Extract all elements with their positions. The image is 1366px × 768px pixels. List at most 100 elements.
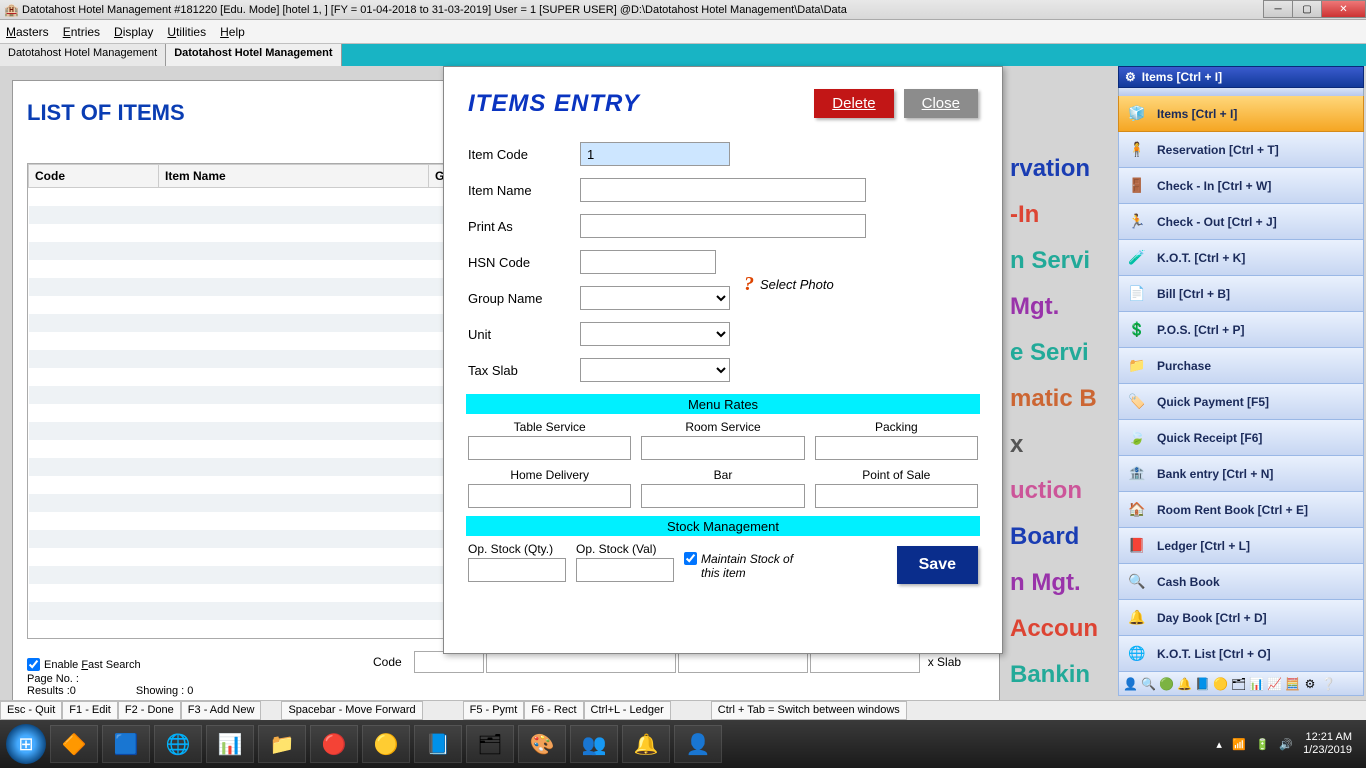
taskbar: ⊞ 🔶 🟦 🌐 📊 📁 🔴 🟡 📘 🗂 🎨 👥 🔔 👤 ▴ 📶 🔋 🔊 12:2… (0, 720, 1366, 768)
sidebar-item-6[interactable]: 💲P.O.S. [Ctrl + P] (1118, 312, 1364, 348)
sc-esc[interactable]: Esc - Quit (0, 701, 62, 720)
tb-explorer[interactable]: 📁 (258, 725, 306, 763)
sidebar-item-15[interactable]: 🌐K.O.T. List [Ctrl + O] (1118, 636, 1364, 672)
sidebar-footer-icons: 👤🔍🟢 🔔📘🟡 🗂📊📈 🧮⚙❔ (1118, 672, 1364, 696)
modal-close-button[interactable]: Close (904, 89, 978, 118)
tb-app5[interactable]: 👤 (674, 725, 722, 763)
sidebar-item-label: Ledger [Ctrl + L] (1157, 539, 1250, 553)
system-tray[interactable]: ▴ 📶 🔋 🔊 12:21 AM 1/23/2019 (1216, 731, 1360, 757)
group-select[interactable] (580, 286, 730, 310)
op-val-input[interactable] (576, 558, 674, 582)
sc-f2[interactable]: F2 - Done (118, 701, 181, 720)
tb-app2[interactable]: 📊 (206, 725, 254, 763)
modal-title: ITEMS ENTRY (468, 90, 640, 118)
menu-utilities[interactable]: Utilities (167, 25, 206, 39)
sidebar-item-13[interactable]: 🔍Cash Book (1118, 564, 1364, 600)
tray-up-icon[interactable]: ▴ (1216, 738, 1222, 751)
print-as-input[interactable] (580, 214, 866, 238)
clock[interactable]: 12:21 AM 1/23/2019 (1303, 731, 1352, 757)
col-code[interactable]: Code (29, 165, 159, 188)
home-delivery-label: Home Delivery (468, 468, 631, 482)
tb-paint[interactable]: 🎨 (518, 725, 566, 763)
tb-word[interactable]: 📘 (414, 725, 462, 763)
print-as-label: Print As (468, 219, 580, 234)
packing-input[interactable] (815, 436, 978, 460)
sc-f6[interactable]: F6 - Rect (524, 701, 583, 720)
sc-f5[interactable]: F5 - Pymt (463, 701, 525, 720)
sidebar-item-3[interactable]: 🏃Check - Out [Ctrl + J] (1118, 204, 1364, 240)
pos-input[interactable] (815, 484, 978, 508)
delete-button[interactable]: Delete (814, 89, 893, 118)
sidebar-item-5[interactable]: 📄Bill [Ctrl + B] (1118, 276, 1364, 312)
menu-masters[interactable]: Masters (6, 25, 49, 39)
sc-f3[interactable]: F3 - Add New (181, 701, 262, 720)
sidebar-grip[interactable] (1118, 88, 1364, 96)
sidebar-item-10[interactable]: 🏦Bank entry [Ctrl + N] (1118, 456, 1364, 492)
sidebar-item-label: K.O.T. [Ctrl + K] (1157, 251, 1245, 265)
sidebar-item-0[interactable]: 🧊Items [Ctrl + I] (1118, 96, 1364, 132)
menu-help[interactable]: Help (220, 25, 245, 39)
sc-ctrl-l[interactable]: Ctrl+L - Ledger (584, 701, 671, 720)
unit-select[interactable] (580, 322, 730, 346)
sidebar-icon: 📄 (1127, 284, 1147, 304)
sidebar-item-2[interactable]: 🚪Check - In [Ctrl + W] (1118, 168, 1364, 204)
tb-bell[interactable]: 🔔 (622, 725, 670, 763)
enable-fast-search-checkbox[interactable] (27, 658, 40, 671)
save-button[interactable]: Save (897, 546, 978, 584)
menu-entries[interactable]: Entries (63, 25, 100, 39)
sidebar-item-11[interactable]: 🏠Room Rent Book [Ctrl + E] (1118, 492, 1364, 528)
group-label: Group Name (468, 291, 580, 306)
sc-ctrl-tab: Ctrl + Tab = Switch between windows (711, 701, 907, 720)
tray-wifi-icon[interactable]: 📶 (1232, 738, 1246, 751)
table-service-input[interactable] (468, 436, 631, 460)
col-item-name[interactable]: Item Name (159, 165, 429, 188)
maximize-button[interactable]: ▢ (1292, 0, 1322, 18)
room-service-label: Room Service (641, 420, 804, 434)
sidebar-icon: 🧪 (1127, 248, 1147, 268)
tray-volume-icon[interactable]: 🔊 (1279, 738, 1293, 751)
bar-input[interactable] (641, 484, 804, 508)
sidebar-item-9[interactable]: 🍃Quick Receipt [F6] (1118, 420, 1364, 456)
tb-app4[interactable]: 👥 (570, 725, 618, 763)
start-button[interactable]: ⊞ (6, 724, 46, 764)
sidebar-item-4[interactable]: 🧪 K.O.T. [Ctrl + K] (1118, 240, 1364, 276)
tray-battery-icon[interactable]: 🔋 (1256, 738, 1270, 751)
sidebar-item-12[interactable]: 📕Ledger [Ctrl + L] (1118, 528, 1364, 564)
sidebar-item-label: Bank entry [Ctrl + N] (1157, 467, 1273, 481)
sidebar-icon: 🧍 (1127, 140, 1147, 160)
item-name-input[interactable] (580, 178, 866, 202)
maintain-stock-checkbox[interactable] (684, 552, 697, 565)
tb-chrome[interactable]: 🟡 (362, 725, 410, 763)
tab-0[interactable]: Datotahost Hotel Management (0, 44, 166, 66)
select-photo-area[interactable]: ? Select Photo (744, 273, 834, 296)
item-code-input[interactable] (580, 142, 730, 166)
minimize-button[interactable]: ─ (1263, 0, 1293, 18)
pos-label: Point of Sale (815, 468, 978, 482)
op-qty-input[interactable] (468, 558, 566, 582)
tb-app3[interactable]: 🗂 (466, 725, 514, 763)
menu-display[interactable]: Display (114, 25, 153, 39)
close-window-button[interactable]: ✕ (1321, 0, 1366, 18)
sidebar-item-label: K.O.T. List [Ctrl + O] (1157, 647, 1271, 661)
help-icon: ? (744, 273, 754, 296)
tb-ie[interactable]: 🌐 (154, 725, 202, 763)
app-icon: 🏨 (4, 3, 18, 17)
sidebar-item-7[interactable]: 📁Purchase (1118, 348, 1364, 384)
sidebar-icon: 🚪 (1127, 176, 1147, 196)
sidebar-item-14[interactable]: 🔔Day Book [Ctrl + D] (1118, 600, 1364, 636)
sc-f1[interactable]: F1 - Edit (62, 701, 118, 720)
sc-space[interactable]: Spacebar - Move Forward (281, 701, 422, 720)
sidebar-item-1[interactable]: 🧍Reservation [Ctrl + T] (1118, 132, 1364, 168)
room-service-input[interactable] (641, 436, 804, 460)
home-delivery-input[interactable] (468, 484, 631, 508)
page-no-label: Page No. : (27, 673, 79, 685)
tb-vlc[interactable]: 🔶 (50, 725, 98, 763)
tb-opera[interactable]: 🔴 (310, 725, 358, 763)
tab-1[interactable]: Datotahost Hotel Management (166, 44, 341, 66)
unit-label: Unit (468, 327, 580, 342)
sidebar-item-8[interactable]: 🏷️Quick Payment [F5] (1118, 384, 1364, 420)
enable-fast-search-label: Enable Fast Search (44, 659, 141, 671)
tb-app1[interactable]: 🟦 (102, 725, 150, 763)
hsn-input[interactable] (580, 250, 716, 274)
tax-select[interactable] (580, 358, 730, 382)
